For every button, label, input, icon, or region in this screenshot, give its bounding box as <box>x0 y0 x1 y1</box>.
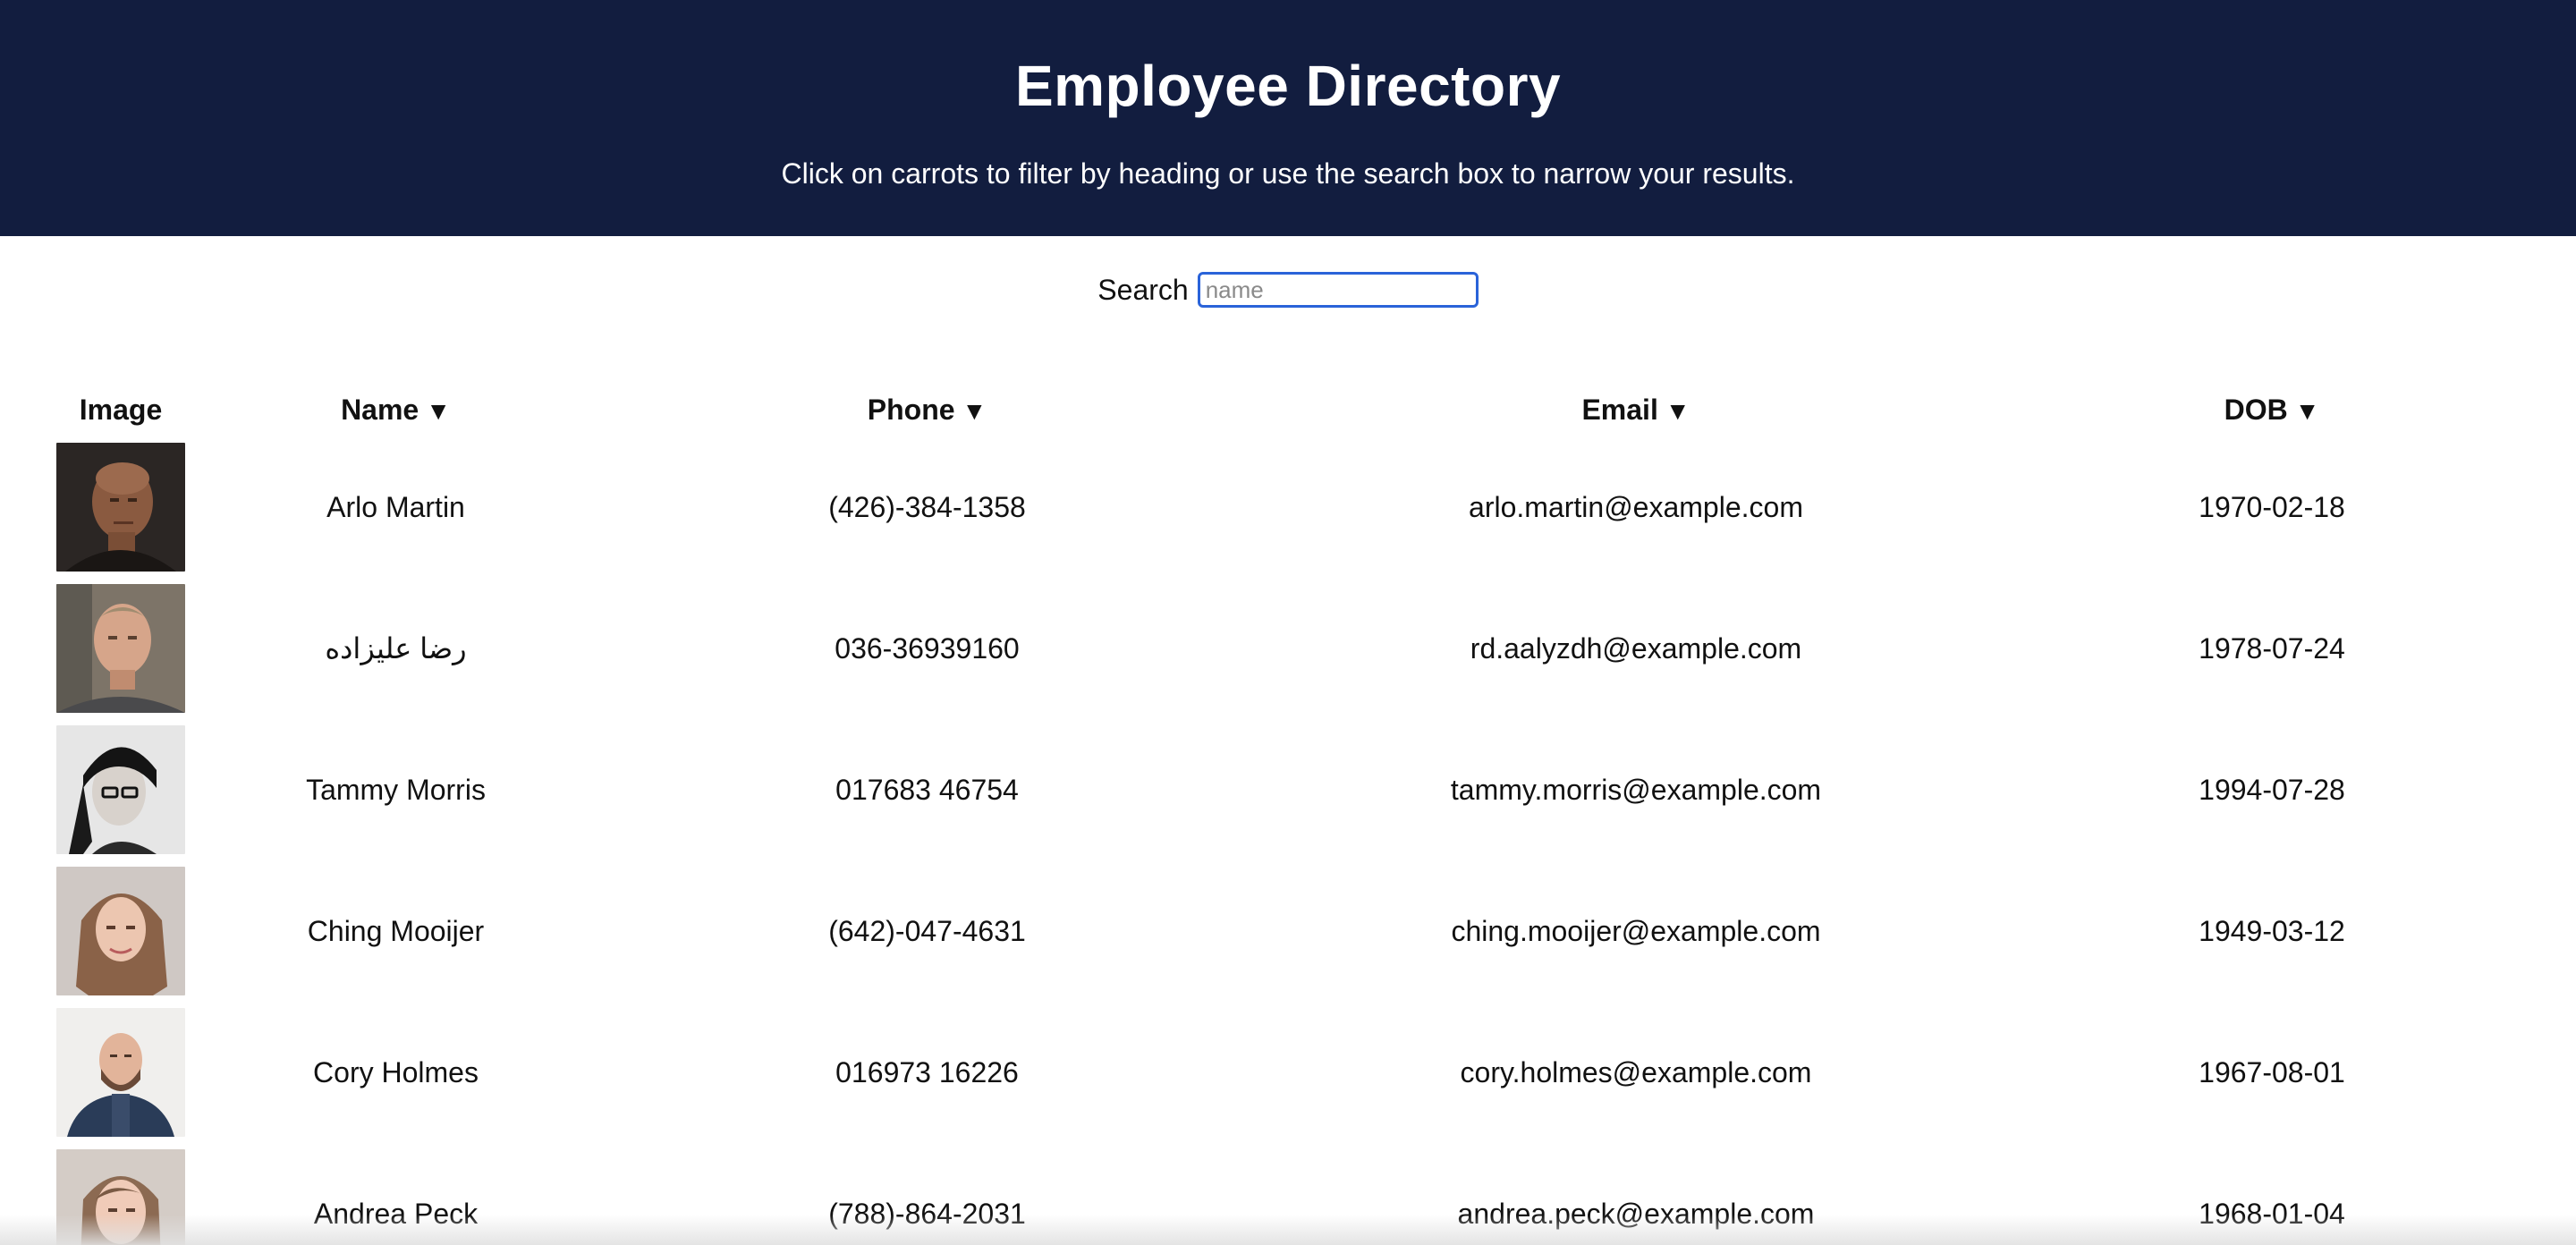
sort-caret-icon[interactable]: ▼ <box>962 397 987 426</box>
email-cell: andrea.peck@example.com <box>1457 1197 1815 1230</box>
avatar <box>56 443 185 572</box>
table-row: Tammy Morris 017683 46754 tammy.morris@e… <box>18 719 2558 860</box>
page-subtitle: Click on carrots to filter by heading or… <box>781 157 1795 190</box>
employee-photo <box>56 443 185 572</box>
page: Employee Directory Click on carrots to f… <box>0 0 2576 1245</box>
avatar <box>56 584 185 713</box>
sort-caret-icon[interactable]: ▼ <box>1665 397 1690 426</box>
name-cell: Andrea Peck <box>313 1197 479 1230</box>
phone-cell: (642)-047-4631 <box>828 914 1026 947</box>
table-header: Image Name ▼ Phone ▼ Email ▼ DOB ▼ <box>18 383 2558 436</box>
phone-cell: 016973 16226 <box>835 1055 1019 1088</box>
phone-cell: 017683 46754 <box>835 773 1019 806</box>
dob-cell: 1967-08-01 <box>2199 1055 2345 1088</box>
phone-cell: (788)-864-2031 <box>828 1197 1026 1230</box>
table-row: رضا علیزاده 036-36939160 rd.aalyzdh@exam… <box>18 578 2558 719</box>
sort-caret-icon[interactable]: ▼ <box>2295 397 2320 426</box>
dob-cell: 1949-03-12 <box>2199 914 2345 947</box>
column-header-dob[interactable]: DOB ▼ <box>1986 383 2558 436</box>
employee-photo <box>56 1149 185 1245</box>
dob-cell: 1978-07-24 <box>2199 631 2345 665</box>
table-row: Cory Holmes 016973 16226 cory.holmes@exa… <box>18 1002 2558 1143</box>
email-cell: tammy.morris@example.com <box>1450 773 1822 806</box>
employee-photo <box>56 584 185 713</box>
dob-cell: 1970-02-18 <box>2199 490 2345 523</box>
table-row: Arlo Martin (426)-384-1358 arlo.martin@e… <box>18 436 2558 578</box>
sort-caret-icon[interactable]: ▼ <box>426 397 451 426</box>
name-cell: Tammy Morris <box>306 773 486 806</box>
column-header-name[interactable]: Name ▼ <box>224 383 568 436</box>
image-cell <box>18 860 224 1002</box>
employee-photo <box>56 1008 185 1137</box>
phone-cell: 036-36939160 <box>835 631 1020 665</box>
employee-photo <box>56 725 185 854</box>
avatar <box>56 1149 185 1245</box>
column-header-image-label: Image <box>79 393 163 426</box>
phone-cell: (426)-384-1358 <box>828 490 1026 523</box>
name-cell: Arlo Martin <box>326 490 465 523</box>
dob-cell: 1968-01-04 <box>2199 1197 2345 1230</box>
page-header: Employee Directory Click on carrots to f… <box>0 0 2576 236</box>
search-label: Search <box>1097 274 1189 306</box>
column-header-name-label: Name <box>341 393 419 426</box>
column-header-dob-label: DOB <box>2224 393 2288 426</box>
column-header-phone[interactable]: Phone ▼ <box>568 383 1286 436</box>
image-cell <box>18 1002 224 1143</box>
image-cell <box>18 1143 224 1245</box>
image-cell <box>18 436 224 578</box>
email-cell: cory.holmes@example.com <box>1460 1055 1812 1088</box>
search-input[interactable] <box>1197 272 1479 308</box>
email-cell: arlo.martin@example.com <box>1469 490 1803 523</box>
dob-cell: 1994-07-28 <box>2199 773 2345 806</box>
column-header-email[interactable]: Email ▼ <box>1286 383 1986 436</box>
employee-table: Image Name ▼ Phone ▼ Email ▼ DOB ▼ Arlo … <box>18 383 2558 1245</box>
column-header-email-label: Email <box>1581 393 1658 426</box>
column-header-image: Image <box>18 383 224 436</box>
image-cell <box>18 719 224 860</box>
avatar <box>56 725 185 854</box>
table-header-row: Image Name ▼ Phone ▼ Email ▼ DOB ▼ <box>18 383 2558 436</box>
name-cell: Cory Holmes <box>313 1055 479 1088</box>
table-row: Andrea Peck (788)-864-2031 andrea.peck@e… <box>18 1143 2558 1245</box>
email-cell: rd.aalyzdh@example.com <box>1470 631 1802 665</box>
image-cell <box>18 578 224 719</box>
page-title: Employee Directory <box>1014 54 1562 118</box>
avatar <box>56 867 185 995</box>
employee-photo <box>56 867 185 995</box>
table-body: Arlo Martin (426)-384-1358 arlo.martin@e… <box>18 436 2558 1245</box>
avatar <box>56 1008 185 1137</box>
column-header-phone-label: Phone <box>867 393 955 426</box>
table-row: Ching Mooijer (642)-047-4631 ching.mooij… <box>18 860 2558 1002</box>
email-cell: ching.mooijer@example.com <box>1451 914 1821 947</box>
name-cell: Ching Mooijer <box>307 914 485 947</box>
search-bar: Search <box>0 270 2576 309</box>
name-cell: رضا علیزاده <box>325 632 467 665</box>
